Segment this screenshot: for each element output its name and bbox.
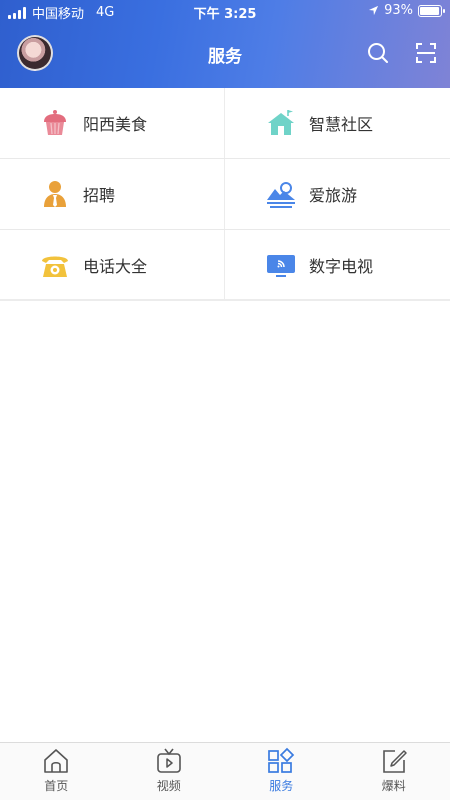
service-digital-tv[interactable]: 数字电视: [224, 230, 450, 299]
tab-home[interactable]: 首页: [0, 743, 113, 800]
edit-icon: [382, 750, 407, 773]
service-phonebook[interactable]: 电话大全: [0, 230, 224, 299]
service-community[interactable]: 智慧社区: [224, 88, 450, 158]
house-icon: [266, 108, 296, 138]
tab-label: 首页: [44, 779, 69, 793]
scan-icon[interactable]: [414, 41, 438, 65]
tab-label: 服务: [269, 779, 294, 793]
person-icon: [40, 179, 70, 209]
home-icon: [44, 749, 69, 773]
service-label: 电话大全: [83, 256, 148, 276]
service-travel[interactable]: 爱旅游: [224, 159, 450, 229]
location-icon: [369, 5, 379, 16]
battery-percent: 93%: [384, 3, 413, 18]
cake-icon: [40, 108, 70, 138]
tab-bar: 首页 视频 服务 爆料: [0, 742, 450, 800]
tab-video[interactable]: 视频: [113, 743, 226, 800]
service-label: 招聘: [83, 186, 116, 205]
telephone-icon: [40, 250, 70, 280]
services-row: 招聘 爱旅游: [0, 159, 450, 230]
tab-report[interactable]: 爆料: [338, 743, 450, 800]
battery-fill: [420, 6, 439, 15]
search-icon[interactable]: [366, 41, 390, 65]
tv-icon: [266, 250, 296, 280]
battery-icon: [418, 4, 445, 17]
tab-label: 爆料: [381, 779, 406, 793]
landscape-icon: [266, 179, 296, 209]
nav-bar: 服务: [0, 30, 450, 80]
service-food[interactable]: 阳西美食: [0, 88, 224, 158]
services-grid: 阳西美食 智慧社区 招聘 爱旅游 电话大全 数字电视: [0, 88, 450, 301]
status-right: 93%: [368, 3, 445, 18]
status-bar: 中国移动 4G 下午 3:25 93%: [0, 0, 450, 22]
service-label: 爱旅游: [309, 186, 358, 205]
app-header: 中国移动 4G 下午 3:25 93% 服务: [0, 0, 450, 88]
service-label: 阳西美食: [83, 115, 148, 134]
service-label: 智慧社区: [309, 115, 374, 134]
tab-services[interactable]: 服务: [225, 743, 338, 800]
services-row: 阳西美食 智慧社区: [0, 88, 450, 159]
service-jobs[interactable]: 招聘: [0, 159, 224, 229]
tv-play-icon: [156, 748, 181, 773]
services-row: 电话大全 数字电视: [0, 230, 450, 301]
grid-icon: [268, 747, 295, 773]
tab-label: 视频: [156, 779, 181, 793]
service-label: 数字电视: [309, 256, 374, 276]
